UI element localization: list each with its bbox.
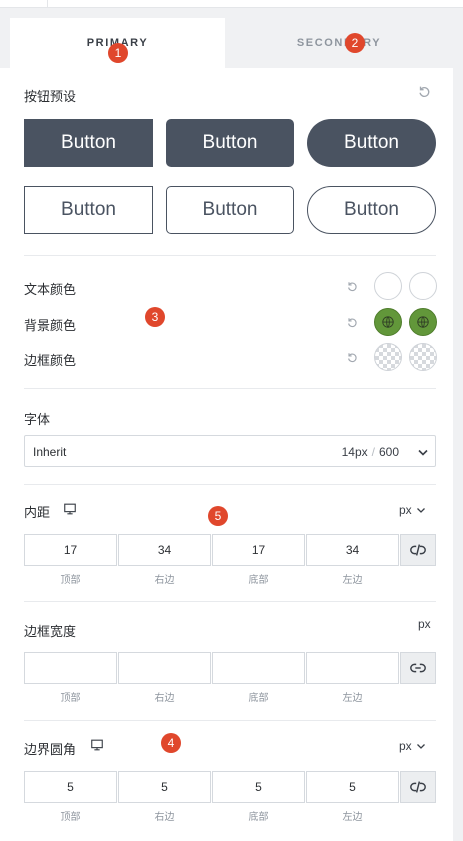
reset-icon[interactable]	[417, 84, 431, 98]
border-color-hover-swatch[interactable]	[409, 343, 437, 371]
background-color-label: 背景颜色	[24, 318, 77, 333]
font-weight-value: 600	[378, 445, 399, 459]
padding-bottom-input[interactable]: 17	[212, 534, 305, 566]
divider	[24, 255, 436, 256]
monitor-icon[interactable]	[90, 738, 104, 752]
padding-left-input[interactable]: 34	[306, 534, 399, 566]
monitor-icon[interactable]	[63, 502, 77, 516]
annotation-badge-5: 5	[208, 506, 228, 526]
annotation-badge-2: 2	[345, 33, 365, 53]
font-family-value: Inherit	[33, 445, 67, 459]
divider	[24, 720, 436, 721]
unlink-values-button[interactable]	[400, 534, 436, 566]
padding-right-label: 右边	[154, 575, 175, 586]
border-radius-bottom-input[interactable]: 5	[212, 771, 305, 803]
text-color-label: 文本颜色	[24, 282, 77, 297]
annotation-badge-3: 3	[145, 307, 165, 327]
tab-secondary[interactable]: SECONDARY	[225, 18, 453, 68]
link-icon	[410, 663, 426, 673]
preset-button-pill-filled[interactable]: Button	[307, 119, 436, 167]
border-width-inputs	[24, 652, 436, 684]
border-color-reset-icon[interactable]	[346, 351, 358, 363]
background-color-reset-icon[interactable]	[346, 316, 358, 328]
divider	[24, 388, 436, 389]
border-radius-unit: px	[399, 739, 412, 753]
font-size-value: 14px	[341, 445, 368, 459]
link-values-button[interactable]	[400, 652, 436, 684]
border-width-top-input[interactable]	[24, 652, 117, 684]
padding-top-label: 顶部	[60, 575, 81, 586]
panel-right-border	[453, 68, 463, 841]
divider	[24, 484, 436, 485]
border-width-left-input[interactable]	[306, 652, 399, 684]
text-color-swatch[interactable]	[374, 272, 402, 300]
border-width-label: 边框宽度	[24, 624, 77, 639]
padding-unit-select[interactable]: px	[399, 503, 426, 517]
padding-left-label: 左边	[342, 575, 363, 586]
chevron-down-icon	[418, 449, 428, 456]
preset-button-rounded-filled[interactable]: Button	[166, 119, 294, 167]
chevron-down-icon	[416, 744, 425, 749]
padding-top-input[interactable]: 17	[24, 534, 117, 566]
border-width-right-label: 右边	[154, 693, 175, 704]
border-radius-left-input[interactable]: 5	[306, 771, 399, 803]
border-radius-left-label: 左边	[342, 812, 363, 823]
border-color-label: 边框颜色	[24, 353, 77, 368]
button-presets-label: 按钮预设	[24, 89, 77, 104]
padding-inputs: 17 34 17 34	[24, 534, 436, 566]
padding-unit: px	[399, 503, 412, 517]
text-color-hover-swatch[interactable]	[409, 272, 437, 300]
chevron-down-icon	[416, 508, 425, 513]
border-color-swatch[interactable]	[374, 343, 402, 371]
tab-bar: PRIMARY SECONDARY	[0, 8, 463, 68]
unlink-icon	[410, 544, 426, 556]
text-color-reset-icon[interactable]	[346, 280, 358, 292]
padding-label: 内距	[24, 505, 51, 520]
preset-button-pill-outline[interactable]: Button	[307, 186, 436, 234]
annotation-badge-1: 1	[108, 43, 128, 63]
divider	[24, 601, 436, 602]
font-separator: /	[371, 445, 375, 459]
border-width-right-input[interactable]	[118, 652, 211, 684]
globe-icon	[417, 316, 429, 328]
border-radius-top-input[interactable]: 5	[24, 771, 117, 803]
border-width-left-label: 左边	[342, 693, 363, 704]
unlink-values-button[interactable]	[400, 771, 436, 803]
globe-icon	[382, 316, 394, 328]
border-width-bottom-label: 底部	[248, 693, 269, 704]
font-label: 字体	[24, 412, 51, 427]
font-size-weight: 14px/600	[342, 445, 399, 459]
unlink-icon	[410, 781, 426, 793]
border-radius-inputs: 5 5 5 5	[24, 771, 436, 803]
border-width-top-label: 顶部	[60, 693, 81, 704]
padding-right-input[interactable]: 34	[118, 534, 211, 566]
top-bar	[0, 0, 463, 8]
background-color-hover-swatch[interactable]	[409, 308, 437, 336]
tab-secondary-label: SECONDARY	[296, 37, 382, 49]
border-radius-right-label: 右边	[154, 812, 175, 823]
preset-button-square-outline[interactable]: Button	[24, 186, 153, 234]
border-radius-right-input[interactable]: 5	[118, 771, 211, 803]
border-width-bottom-input[interactable]	[212, 652, 305, 684]
annotation-badge-4: 4	[161, 733, 181, 753]
border-width-unit[interactable]: px	[418, 617, 431, 631]
preset-button-square-filled[interactable]: Button	[24, 119, 153, 167]
border-radius-bottom-label: 底部	[248, 812, 269, 823]
top-bar-separator	[47, 0, 48, 8]
border-radius-unit-select[interactable]: px	[399, 739, 426, 753]
font-select[interactable]: Inherit 14px/600	[24, 435, 436, 467]
padding-bottom-label: 底部	[248, 575, 269, 586]
preset-button-rounded-outline[interactable]: Button	[166, 186, 294, 234]
border-radius-label: 边界圆角	[24, 742, 77, 757]
border-radius-top-label: 顶部	[60, 812, 81, 823]
background-color-swatch[interactable]	[374, 308, 402, 336]
